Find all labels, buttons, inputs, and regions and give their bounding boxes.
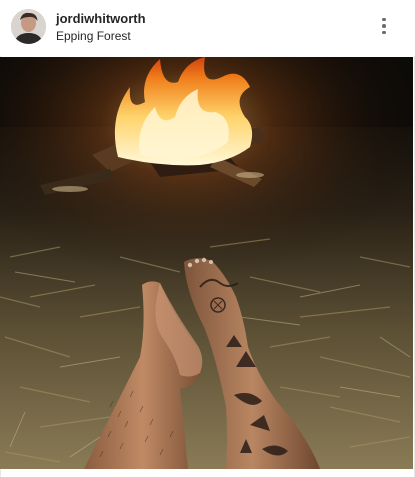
profile-avatar[interactable]	[11, 9, 46, 44]
avatar-image	[11, 9, 46, 44]
username-link[interactable]: jordiwhitworth	[56, 11, 146, 27]
more-vertical-icon-dot	[382, 30, 386, 35]
more-vertical-icon-dot	[382, 24, 386, 28]
more-options-button[interactable]	[372, 14, 396, 38]
more-vertical-icon	[382, 17, 386, 22]
campfire-legs-photo	[0, 57, 413, 469]
post-header: jordiwhitworth Epping Forest	[0, 0, 415, 56]
post-photo[interactable]	[0, 57, 413, 469]
location-link[interactable]: Epping Forest	[56, 28, 146, 44]
user-info: jordiwhitworth Epping Forest	[56, 11, 146, 44]
